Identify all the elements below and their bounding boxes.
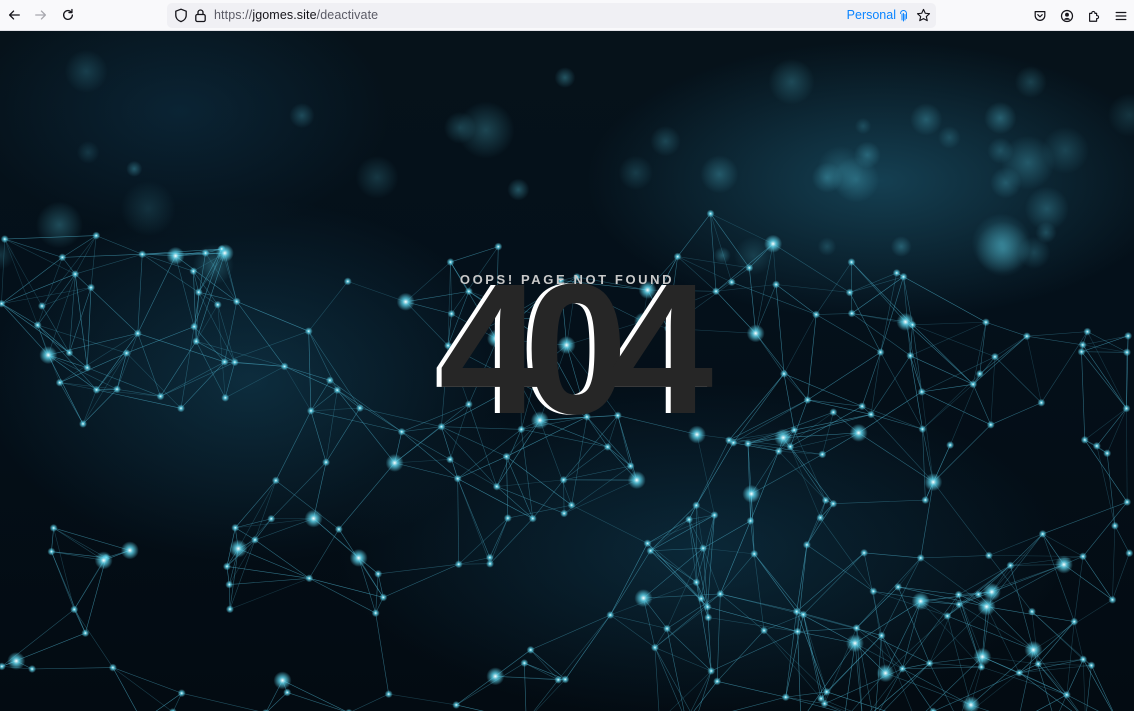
container-label: Personal [846,8,896,22]
account-icon [1060,9,1073,22]
pocket-button[interactable] [1026,0,1053,31]
reload-button[interactable] [54,0,81,31]
back-arrow-icon [8,10,20,20]
url-host: jgomes.site [252,8,317,22]
container-indicator[interactable]: Personal [847,8,908,22]
menu-button[interactable] [1107,0,1134,31]
browser-toolbar: https://jgomes.site/deactivate Personal [0,0,1134,31]
forward-arrow-icon [34,10,46,20]
lock-icon[interactable] [194,8,207,23]
error-container: 404 OOPS! PAGE NOT FOUND [0,31,1134,711]
hamburger-menu-icon [1115,11,1126,20]
star-icon[interactable] [916,8,931,23]
extensions-button[interactable] [1080,0,1107,31]
extensions-icon [1088,10,1099,22]
shield-icon[interactable] [174,8,188,23]
forward-button[interactable] [27,0,54,31]
toolbar-right-icons [1026,0,1134,31]
account-button[interactable] [1053,0,1080,31]
back-button[interactable] [0,0,27,31]
fingerprint-icon [900,9,907,21]
address-bar[interactable]: https://jgomes.site/deactivate Personal [167,3,936,28]
error-subtitle: OOPS! PAGE NOT FOUND [459,272,675,287]
url-text[interactable]: https://jgomes.site/deactivate [214,8,378,22]
pocket-icon [1034,10,1045,21]
url-prefix: https:// [214,8,253,22]
reload-icon [62,8,73,20]
url-path: /deactivate [316,8,379,22]
page-viewport: 404 OOPS! PAGE NOT FOUND [0,31,1134,711]
